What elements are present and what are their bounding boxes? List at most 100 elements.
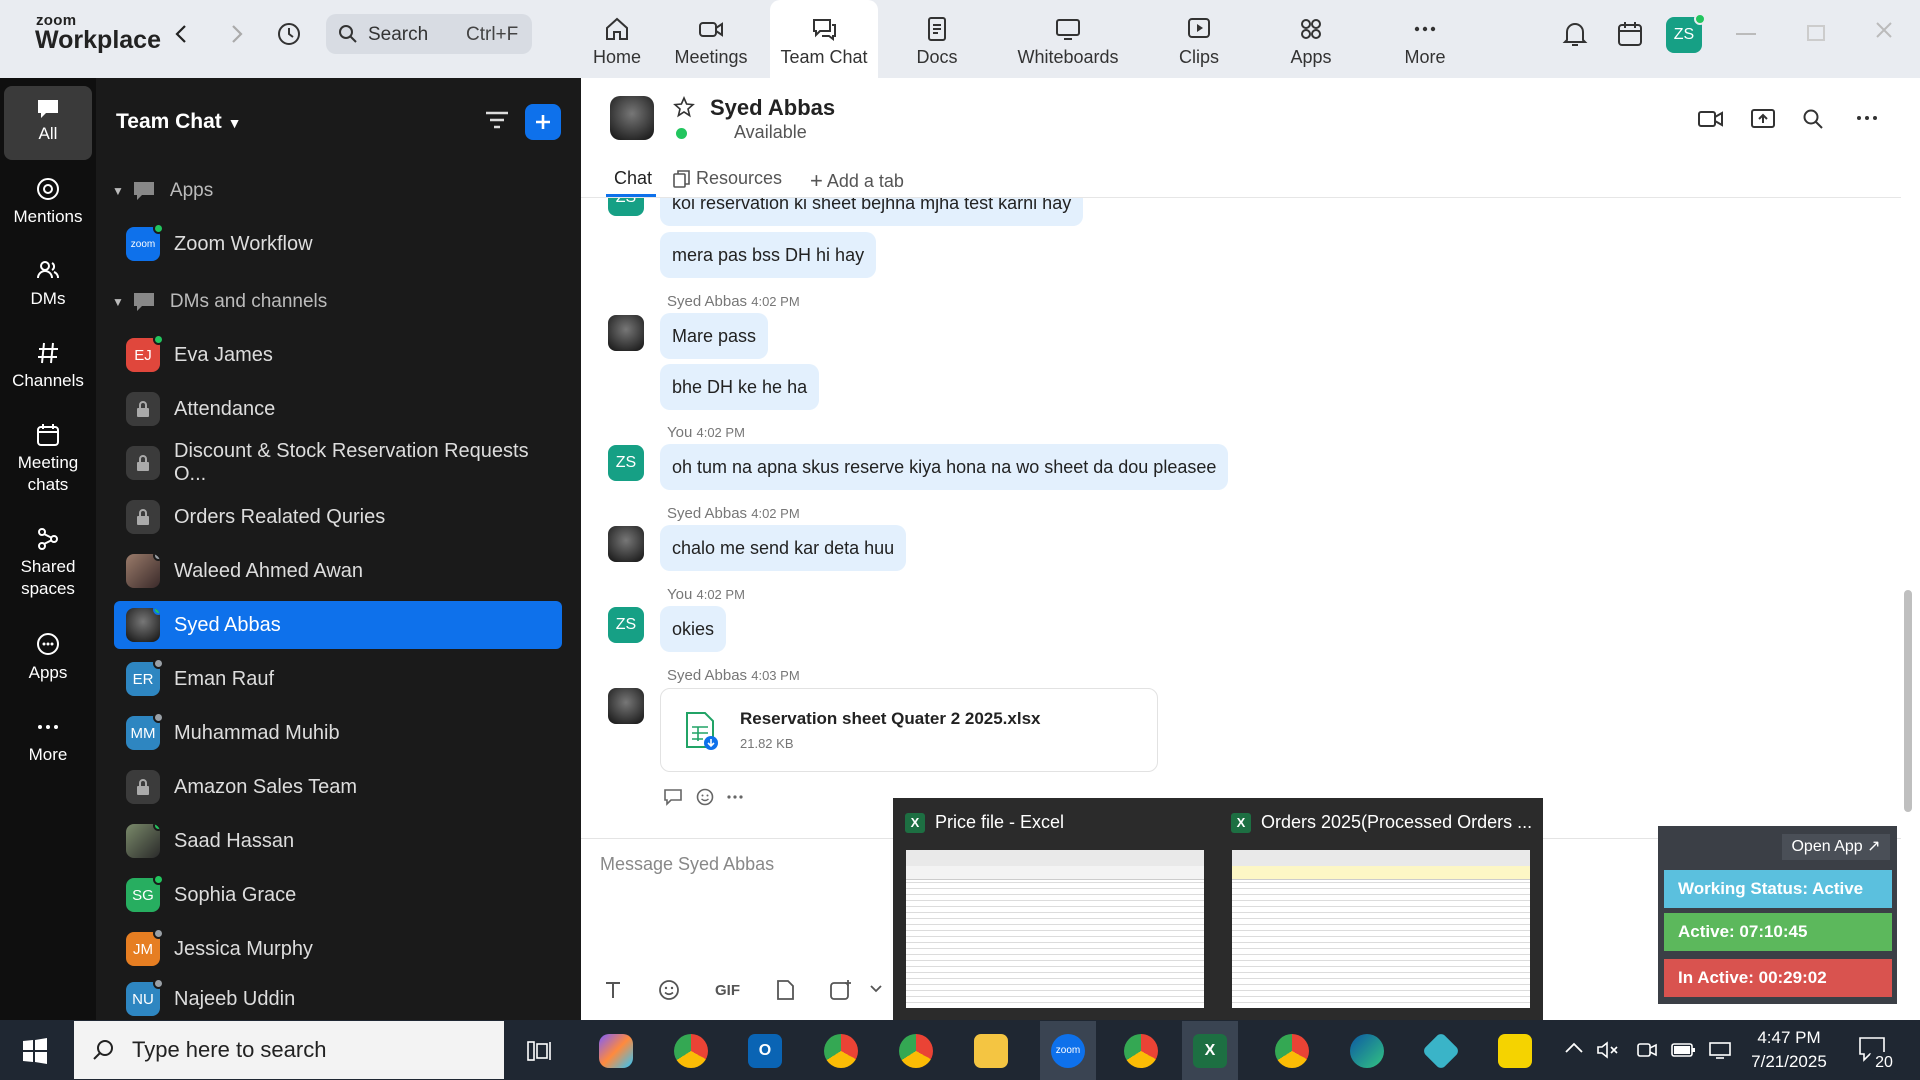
chrome-icon[interactable] (674, 1034, 708, 1068)
dm-jessica-murphy[interactable]: JM Jessica Murphy (114, 925, 562, 973)
section-dms-channels[interactable]: ▼ DMs and channels (112, 291, 327, 313)
tab-clips[interactable]: Clips (1142, 0, 1256, 78)
section-apps[interactable]: ▼ Apps (112, 180, 213, 202)
open-app-button[interactable]: Open App ↗ (1782, 834, 1890, 860)
chrome-profile-icon[interactable] (899, 1034, 933, 1068)
message-bubble[interactable]: okies (660, 606, 727, 652)
network-icon[interactable] (1708, 1041, 1732, 1059)
channel-orders-quries[interactable]: Orders Realated Quries (114, 493, 562, 541)
channel-amazon-sales-team[interactable]: Amazon Sales Team (114, 763, 562, 811)
emoji-icon[interactable] (658, 979, 680, 1001)
new-chat-button[interactable] (525, 104, 561, 140)
preview-thumbnail[interactable] (1232, 850, 1530, 1008)
tab-apps[interactable]: Apps (1254, 0, 1368, 78)
message-bubble[interactable]: mera pas bss DH hi hay (660, 232, 877, 278)
rail-meeting-chats[interactable]: Meeting chats (4, 422, 92, 510)
dm-sophia-grace[interactable]: SG Sophia Grace (114, 871, 562, 919)
history-icon[interactable] (274, 19, 304, 49)
back-icon[interactable] (166, 19, 196, 49)
search-icon[interactable] (1802, 108, 1824, 130)
volume-muted-icon[interactable] (1596, 1040, 1620, 1060)
chrome-profile-icon[interactable] (1275, 1034, 1309, 1068)
more-icon (1414, 26, 1436, 32)
dm-najeeb-uddin[interactable]: NU Najeeb Uddin (114, 979, 562, 1019)
user-avatar[interactable]: ZS (1666, 13, 1706, 53)
tab-team-chat[interactable]: Team Chat (770, 0, 878, 78)
preview-thumbnail[interactable] (906, 850, 1204, 1008)
meet-now-icon[interactable] (1636, 1040, 1658, 1060)
sidebar-title[interactable]: Team Chat ▼ (116, 110, 242, 134)
format-text-icon[interactable] (604, 980, 622, 1000)
dm-saad-hassan[interactable]: Saad Hassan (114, 817, 562, 865)
chevron-up-icon[interactable] (1565, 1042, 1583, 1054)
more-options-icon[interactable] (1856, 114, 1878, 122)
dm-eman-rauf[interactable]: ER Eman Rauf (114, 655, 562, 703)
taskbar-zoom-active[interactable]: zoom (1040, 1021, 1096, 1080)
active-timer: Active: 07:10:45 (1664, 913, 1892, 951)
filter-icon[interactable] (484, 108, 510, 132)
chrome-icon[interactable] (1124, 1034, 1158, 1068)
add-tab-button[interactable]: + Add a tab (810, 168, 904, 194)
tab-meetings[interactable]: Meetings (654, 0, 768, 78)
search-box[interactable]: Search Ctrl+F (326, 14, 532, 54)
tab-docs[interactable]: Docs (880, 0, 994, 78)
message-input[interactable]: Message Syed Abbas (600, 854, 774, 875)
sticky-notes-icon[interactable] (1498, 1034, 1532, 1068)
message-bubble[interactable]: oh tum na apna skus reserve kiya hona na… (660, 444, 1229, 490)
scrollbar[interactable] (1904, 590, 1912, 812)
channel-attendance[interactable]: Attendance (114, 385, 562, 433)
rail-shared-spaces[interactable]: Shared spaces (4, 526, 92, 614)
close-icon[interactable] (1874, 20, 1894, 40)
bell-icon[interactable] (1562, 20, 1588, 48)
rail-channels[interactable]: Channels (4, 340, 92, 404)
dm-muhammad-muhib[interactable]: MM Muhammad Muhib (114, 709, 562, 757)
dm-syed-abbas[interactable]: Syed Abbas (114, 601, 562, 649)
rail-all[interactable]: All (4, 86, 92, 160)
taskbar-excel-active[interactable]: X (1182, 1021, 1238, 1080)
tab-whiteboards[interactable]: Whiteboards (1006, 0, 1130, 78)
message-bubble[interactable]: bhe DH ke he ha (660, 364, 820, 410)
reply-icon[interactable] (663, 788, 683, 806)
dm-waleed-ahmed-awan[interactable]: Waleed Ahmed Awan (114, 547, 562, 595)
rail-apps[interactable]: Apps (4, 632, 92, 696)
emoji-reaction-icon[interactable] (695, 787, 715, 807)
tab-resources[interactable]: Resources (672, 168, 782, 189)
tab-more[interactable]: More (1368, 0, 1482, 78)
file-icon[interactable] (775, 979, 795, 1001)
share-screen-icon[interactable] (1750, 108, 1776, 130)
preview-window-1[interactable]: X Price file - Excel (905, 812, 1064, 833)
rail-mentions[interactable]: Mentions (4, 176, 92, 240)
item-label: Syed Abbas (174, 613, 281, 636)
edge-icon[interactable] (1350, 1034, 1384, 1068)
screenshot-icon[interactable] (829, 979, 853, 1001)
preview-window-2[interactable]: X Orders 2025(Processed Orders ... (1231, 812, 1532, 833)
windows-start-icon[interactable] (22, 1038, 48, 1064)
clock[interactable]: 4:47 PM 7/21/2025 (1744, 1026, 1834, 1074)
file-attachment[interactable]: Reservation sheet Quater 2 2025.xlsx 21.… (660, 688, 1158, 772)
app-item-zoom-workflow[interactable]: zoom Zoom Workflow (114, 220, 562, 268)
chrome-profile-icon[interactable] (824, 1034, 858, 1068)
calendar-icon[interactable] (1616, 20, 1644, 48)
message-bubble[interactable]: chalo me send kar deta huu (660, 525, 907, 571)
file-explorer-icon[interactable] (974, 1034, 1008, 1068)
taskbar-search[interactable]: Type here to search (74, 1021, 504, 1079)
forward-icon[interactable] (222, 19, 252, 49)
minimize-icon[interactable] (1736, 33, 1756, 35)
rail-dms[interactable]: DMs (4, 258, 92, 322)
outlook-icon[interactable]: O (748, 1034, 782, 1068)
dm-eva-james[interactable]: EJ Eva James (114, 331, 562, 379)
message-bubble[interactable]: Mare pass (660, 313, 769, 359)
copilot-icon[interactable] (599, 1034, 633, 1068)
more-actions-icon[interactable] (727, 794, 743, 800)
message-bubble[interactable]: koi reservation ki sheet bejhna mjha tes… (660, 198, 1084, 226)
gif-button[interactable]: GIF (715, 982, 740, 999)
maximize-icon[interactable] (1807, 25, 1825, 41)
video-call-icon[interactable] (1697, 108, 1725, 130)
tab-chat[interactable]: Chat (614, 168, 652, 189)
task-view-icon[interactable] (526, 1038, 554, 1064)
chevron-down-icon[interactable] (870, 985, 882, 993)
channel-discount-stock[interactable]: Discount & Stock Reservation Requests O.… (114, 439, 562, 487)
star-icon[interactable] (673, 96, 695, 118)
rail-more[interactable]: More (4, 714, 92, 778)
battery-icon[interactable] (1670, 1041, 1696, 1059)
